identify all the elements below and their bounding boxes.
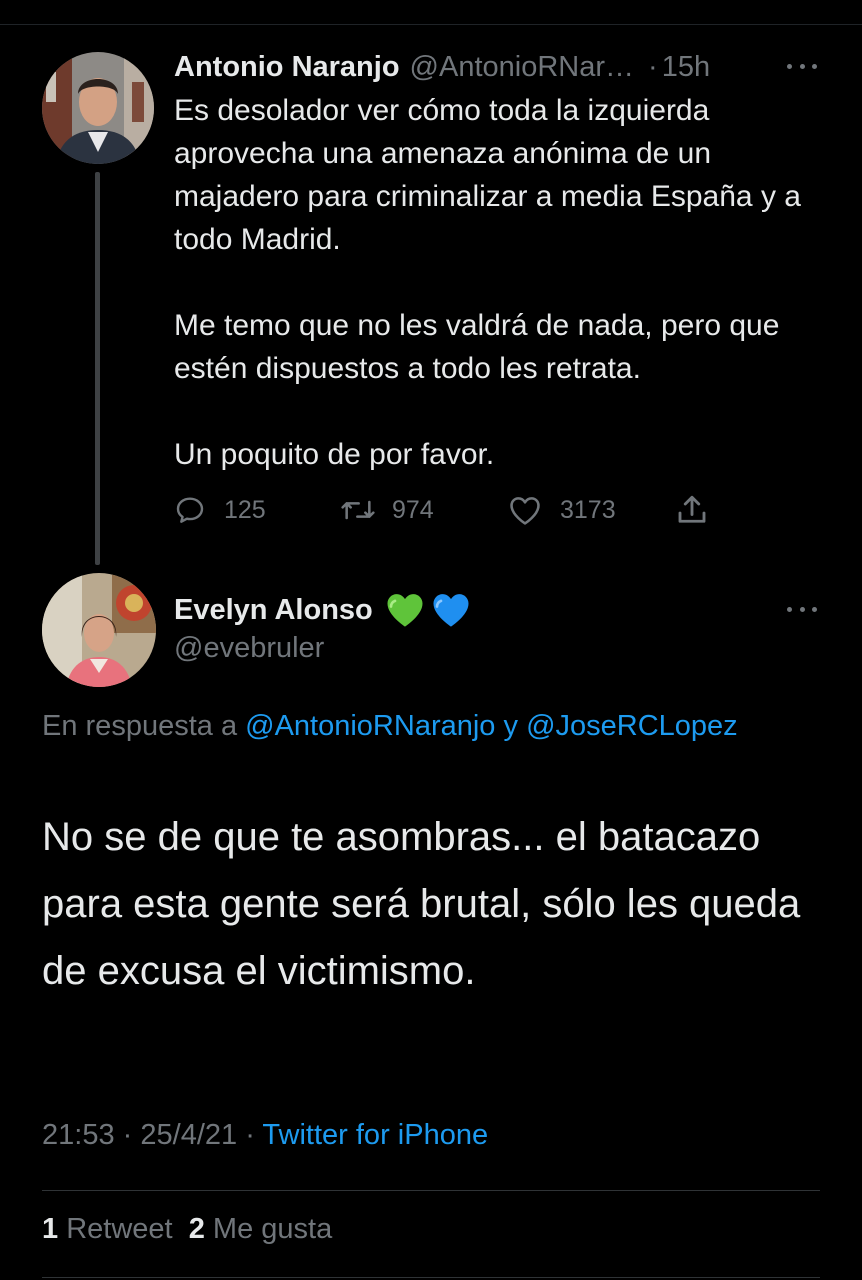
tweet-metadata: 21:53 · 25/4/21 · Twitter for iPhone bbox=[42, 1119, 488, 1152]
reply-button[interactable]: 125 bbox=[174, 490, 266, 530]
mention-link[interactable]: @AntonioRNaranjo bbox=[245, 710, 495, 742]
parent-tweet-header: Antonio Naranjo @AntonioRNar… · 15h bbox=[174, 46, 774, 88]
reply-icon bbox=[176, 497, 204, 523]
retweet-button[interactable]: 974 bbox=[340, 490, 434, 530]
in-reply-to: En respuesta a @AntonioRNaranjo y @JoseR… bbox=[42, 703, 742, 749]
share-button[interactable] bbox=[674, 490, 710, 530]
in-reply-prefix: En respuesta a bbox=[42, 710, 238, 742]
reply-author-handle[interactable]: @evebruler bbox=[174, 632, 324, 665]
avatar-photo bbox=[42, 52, 154, 164]
reply-count: 125 bbox=[224, 495, 266, 524]
like-icon bbox=[510, 497, 540, 525]
divider bbox=[42, 1277, 820, 1278]
parent-action-bar: 125 974 3173 bbox=[174, 490, 734, 530]
like-stat-count: 2 bbox=[188, 1213, 205, 1245]
parent-paragraph-1: Es desolador ver cómo toda la izquierda … bbox=[174, 94, 801, 256]
parent-tweet-text: Es desolador ver cómo toda la izquierda … bbox=[174, 89, 834, 476]
reply-tweet-text: No se de que te asombras... el batacazo … bbox=[42, 815, 801, 993]
blue-heart-icon bbox=[433, 594, 469, 627]
parent-separator: · bbox=[648, 50, 658, 83]
parent-paragraph-2: Me temo que no les valdrá de nada, pero … bbox=[174, 309, 780, 385]
more-icon[interactable] bbox=[787, 604, 817, 614]
parent-timestamp[interactable]: 15h bbox=[662, 51, 710, 84]
parent-author-avatar[interactable] bbox=[42, 52, 154, 164]
meta-separator: · bbox=[245, 1119, 255, 1151]
tweet-date[interactable]: 25/4/21 bbox=[140, 1119, 237, 1151]
divider bbox=[42, 1190, 820, 1191]
retweet-stat-count: 1 bbox=[42, 1213, 59, 1245]
more-icon[interactable] bbox=[787, 61, 817, 71]
green-heart-icon bbox=[387, 594, 423, 627]
reply-author-name[interactable]: Evelyn Alonso bbox=[174, 594, 373, 627]
like-button[interactable]: 3173 bbox=[508, 490, 616, 530]
retweet-icon bbox=[341, 500, 375, 520]
parent-author-name[interactable]: Antonio Naranjo bbox=[174, 51, 400, 84]
likes-stat[interactable]: 2 Me gusta bbox=[189, 1213, 333, 1245]
reply-author-avatar[interactable] bbox=[42, 573, 156, 687]
retweet-count: 974 bbox=[392, 495, 434, 524]
like-count: 3173 bbox=[560, 495, 616, 524]
thread-connector-line bbox=[95, 172, 100, 565]
retweets-stat[interactable]: 1 Retweet bbox=[42, 1213, 173, 1245]
avatar-photo bbox=[42, 573, 156, 687]
like-stat-label: Me gusta bbox=[212, 1213, 333, 1245]
tweet-source-link[interactable]: Twitter for iPhone bbox=[262, 1119, 488, 1151]
in-reply-connector: y bbox=[503, 710, 519, 742]
parent-paragraph-3: Un poquito de por favor. bbox=[174, 438, 495, 471]
retweet-stat-label: Retweet bbox=[66, 1213, 173, 1245]
top-divider bbox=[0, 24, 862, 25]
mention-link[interactable]: @JoseRCLopez bbox=[526, 710, 738, 742]
parent-author-handle[interactable]: @AntonioRNar… bbox=[410, 51, 634, 84]
meta-separator: · bbox=[122, 1119, 133, 1151]
tweet-time[interactable]: 21:53 bbox=[42, 1119, 115, 1151]
reply-author-name-row: Evelyn Alonso bbox=[174, 587, 471, 633]
engagement-stats: 1 Retweet 2 Me gusta bbox=[42, 1213, 332, 1246]
share-icon bbox=[678, 495, 706, 523]
